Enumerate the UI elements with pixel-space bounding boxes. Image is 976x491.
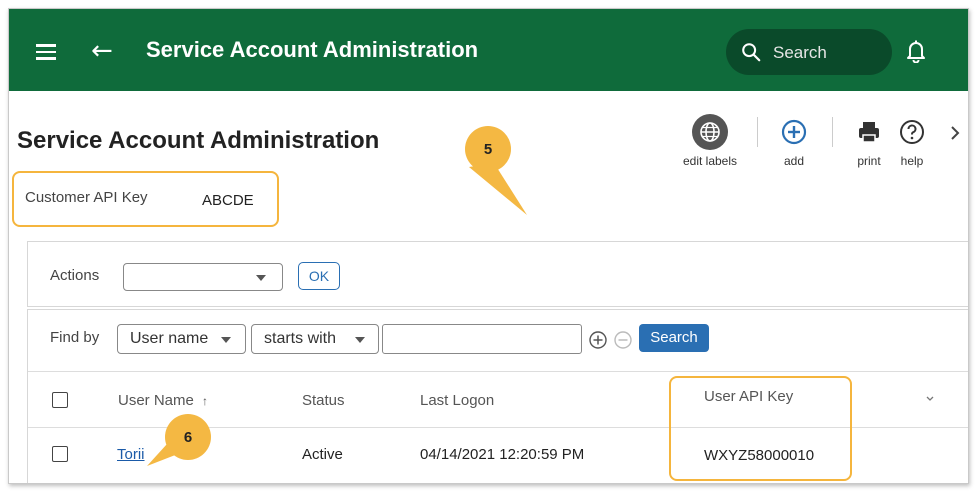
global-search-button[interactable]: Search [726,29,892,75]
chevron-down-icon [256,275,266,281]
chevron-down-icon [221,337,231,343]
search-button[interactable]: Search [639,324,709,352]
select-all-checkbox[interactable] [52,392,68,408]
bell-icon[interactable] [906,39,926,63]
find-operator-select[interactable]: starts with [251,324,379,354]
app-title: Service Account Administration [146,37,479,62]
column-header-status[interactable]: Status [302,392,345,409]
help-button[interactable]: help [892,119,932,168]
find-field-value: User name [130,330,209,347]
print-label: print [857,154,881,168]
remove-criteria-icon[interactable] [614,331,632,349]
sort-ascending-icon: ↑ [202,394,209,408]
find-field-select[interactable]: User name [117,324,246,354]
actions-label: Actions [50,267,100,284]
user-api-key-highlight [669,376,852,481]
print-button[interactable]: print [849,119,889,168]
customer-api-key-value: ABCDE [202,192,254,209]
find-value-input[interactable] [382,324,582,354]
help-icon [900,120,924,144]
divider [28,371,968,372]
column-menu-chevron-icon[interactable] [925,395,935,403]
last-logon-cell: 04/14/2021 12:20:59 PM [420,446,585,463]
add-button[interactable]: add [774,119,814,168]
top-bar: ← Service Account Administration Search [9,9,968,91]
find-by-label: Find by [50,329,100,346]
toolbar-divider [757,117,758,147]
find-operator-value: starts with [264,330,337,347]
customer-api-key-label: Customer API Key [25,189,148,206]
add-label: add [783,154,805,168]
menu-icon[interactable] [36,44,56,60]
back-arrow-icon[interactable]: ← [91,36,113,66]
column-header-user-name[interactable]: User Name ↑ [118,392,208,409]
add-circle-icon [781,119,807,145]
status-cell: Active [302,446,343,463]
edit-labels-button[interactable]: edit labels [673,113,747,168]
ok-button[interactable]: OK [298,262,340,290]
callout-6: 6 [165,414,211,460]
actions-select[interactable] [123,263,283,291]
add-criteria-icon[interactable] [589,331,607,349]
row-checkbox[interactable] [52,446,68,462]
chevron-down-icon [355,337,365,343]
chevron-right-icon[interactable] [949,125,961,141]
printer-icon [859,122,879,143]
global-search-label: Search [773,43,827,62]
app-window: ← Service Account Administration Search … [8,8,969,484]
toolbar-divider [832,117,833,147]
edit-labels-label: edit labels [682,154,738,168]
callout-5: 5 [465,126,511,172]
column-header-last-logon[interactable]: Last Logon [420,392,494,409]
search-icon [742,43,761,62]
globe-icon [692,114,728,150]
help-label: help [900,154,924,168]
page-title: Service Account Administration [17,127,380,154]
